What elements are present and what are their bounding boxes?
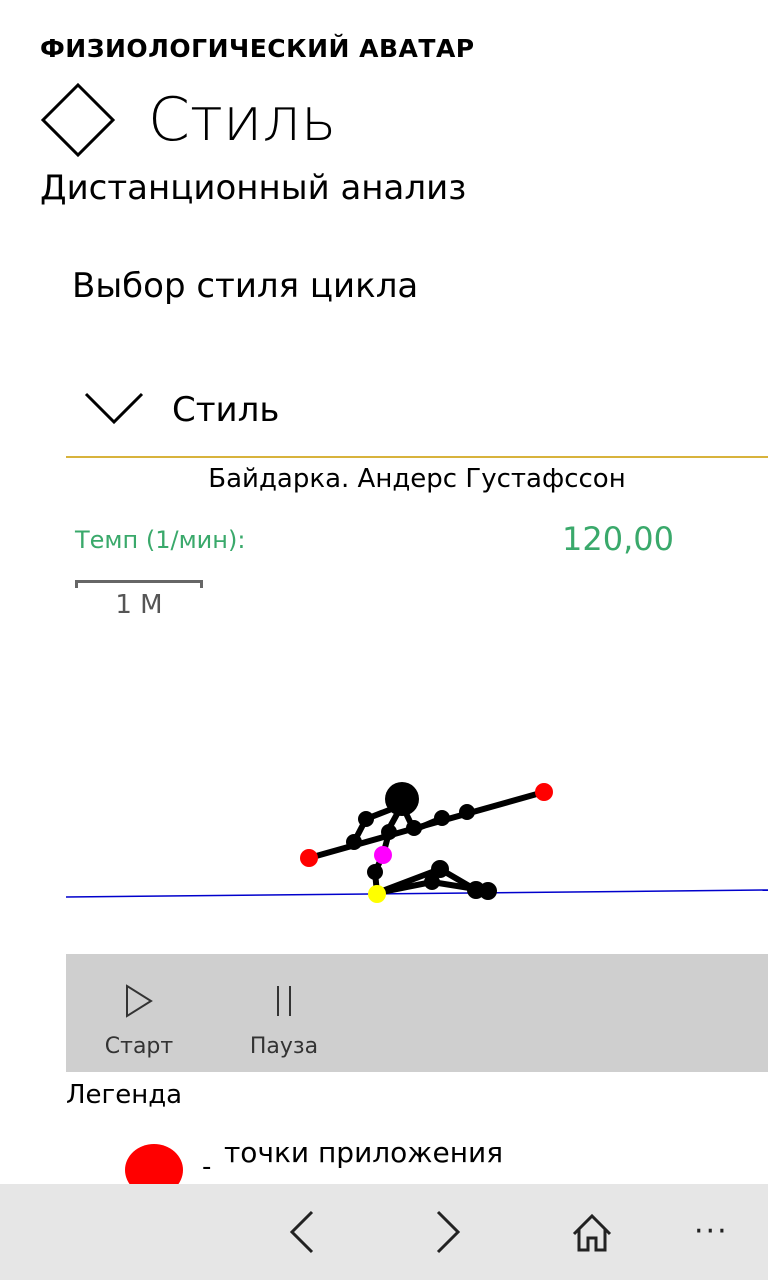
tempo-label: Темп (1/мин):: [75, 526, 246, 554]
joint: [346, 834, 362, 850]
application-point: [535, 783, 553, 801]
back-icon: [289, 1210, 314, 1254]
pause-label: Пауза: [249, 1034, 319, 1059]
joint: [367, 864, 383, 880]
scale-bar: 1 M: [75, 580, 205, 624]
home-button[interactable]: [556, 1184, 628, 1280]
home-icon: [572, 1213, 612, 1252]
center-of-mass-point: [374, 846, 392, 864]
forward-icon: [436, 1210, 461, 1254]
chevron-down-icon[interactable]: [82, 388, 146, 428]
joint: [424, 874, 440, 890]
back-button[interactable]: [266, 1184, 338, 1280]
forward-button[interactable]: [412, 1184, 484, 1280]
joint: [434, 810, 450, 826]
start-label: Старт: [104, 1034, 174, 1059]
more-icon[interactable]: ···: [694, 1214, 729, 1249]
avatar-canvas: [66, 782, 768, 903]
pause-icon: [277, 986, 291, 1016]
app-bar: ···: [0, 1184, 768, 1280]
support-point: [368, 885, 386, 903]
page-header: Стиль: [40, 82, 336, 158]
legend-title: Легенда: [66, 1080, 183, 1110]
joint: [459, 804, 475, 820]
style-expander[interactable]: Стиль: [66, 376, 768, 458]
scale-label: 1 M: [115, 590, 163, 620]
play-icon: [126, 984, 153, 1018]
water-line: [66, 889, 768, 898]
legend-text: точки приложения: [224, 1136, 504, 1169]
section-heading: Выбор стиля цикла: [72, 266, 419, 306]
joint: [358, 811, 374, 827]
head: [385, 782, 419, 816]
expander-label[interactable]: Стиль: [172, 390, 279, 430]
app-name: ФИЗИОЛОГИЧЕСКИЙ АВАТАР: [40, 34, 475, 63]
joint: [479, 882, 497, 900]
scale-line: [75, 580, 203, 588]
application-point: [300, 849, 318, 867]
style-name: Байдарка. Андерс Густафссон: [208, 464, 626, 494]
legend-dash: -: [202, 1152, 212, 1182]
start-button[interactable]: Старт: [79, 954, 199, 1072]
page-subtitle: Дистанционный анализ: [40, 168, 467, 208]
joint: [406, 820, 422, 836]
tempo-value: 120,00: [562, 520, 674, 558]
pause-button[interactable]: Пауза: [224, 954, 344, 1072]
page-title: Стиль: [148, 85, 337, 155]
playback-toolbar: Старт Пауза: [66, 954, 768, 1072]
joint: [381, 824, 397, 840]
diamond-icon: [40, 82, 116, 158]
